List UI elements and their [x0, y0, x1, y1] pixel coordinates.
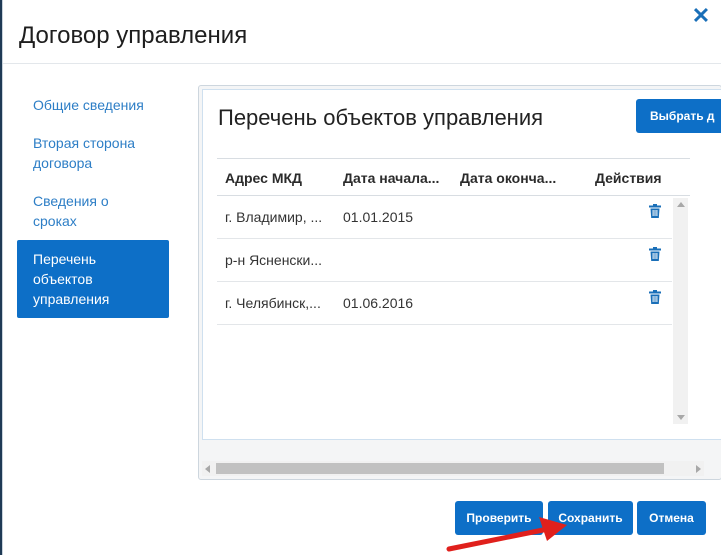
sidebar-item-second-party[interactable]: Вторая сторона договора — [17, 124, 169, 182]
trash-icon[interactable] — [649, 290, 661, 304]
panel-title: Перечень объектов управления — [218, 105, 544, 130]
column-header-start-date[interactable]: Дата начала... — [343, 170, 439, 186]
scrollbar-thumb[interactable] — [216, 463, 664, 474]
select-button[interactable]: Выбрать д — [636, 99, 721, 133]
vertical-scrollbar[interactable] — [673, 198, 688, 424]
grid-header: Адрес МКД Дата начала... Дата оконча... … — [217, 158, 690, 196]
horizontal-scrollbar[interactable] — [202, 461, 704, 476]
scroll-down-icon[interactable] — [677, 415, 685, 420]
table-row[interactable]: р-н Ясненски... — [217, 239, 672, 282]
table-row[interactable]: г. Владимир, ... 01.01.2015 — [217, 196, 672, 239]
sidebar-item-general[interactable]: Общие сведения — [17, 86, 169, 124]
content-inner: Перечень объектов управления Выбрать д А… — [202, 89, 721, 440]
grid-rows: г. Владимир, ... 01.01.2015 р-н Ясненски… — [217, 196, 672, 325]
close-icon[interactable]: ✕ — [690, 5, 712, 27]
dialog: Договор управления ✕ Общие сведения Втор… — [2, 0, 721, 555]
column-header-address[interactable]: Адрес МКД — [225, 170, 302, 186]
content-panel: Перечень объектов управления Выбрать д А… — [198, 85, 721, 480]
table-row[interactable]: г. Челябинск,... 01.06.2016 — [217, 282, 672, 325]
column-header-end-date[interactable]: Дата оконча... — [460, 170, 556, 186]
sidebar-item-terms[interactable]: Сведения о сроках — [17, 182, 169, 240]
cell-address: г. Владимир, ... — [225, 209, 323, 225]
scroll-left-icon[interactable] — [205, 465, 210, 473]
trash-icon[interactable] — [649, 204, 661, 218]
scroll-up-icon[interactable] — [677, 202, 685, 207]
sidebar-item-objects[interactable]: Перечень объектов управления — [17, 240, 169, 318]
annotation-arrow-icon — [446, 517, 567, 552]
cell-start-date: 01.06.2016 — [343, 295, 414, 311]
header-divider — [3, 63, 721, 64]
cell-start-date: 01.01.2015 — [343, 209, 414, 225]
scroll-right-icon[interactable] — [696, 465, 701, 473]
objects-grid: Адрес МКД Дата начала... Дата оконча... … — [217, 158, 690, 426]
cancel-button[interactable]: Отмена — [637, 501, 706, 535]
trash-icon[interactable] — [649, 247, 661, 261]
column-header-actions: Действия — [595, 170, 662, 186]
side-nav: Общие сведения Вторая сторона договора С… — [17, 86, 169, 318]
dialog-title: Договор управления — [19, 22, 248, 49]
cell-address: р-н Ясненски... — [225, 252, 323, 268]
cell-address: г. Челябинск,... — [225, 295, 321, 311]
